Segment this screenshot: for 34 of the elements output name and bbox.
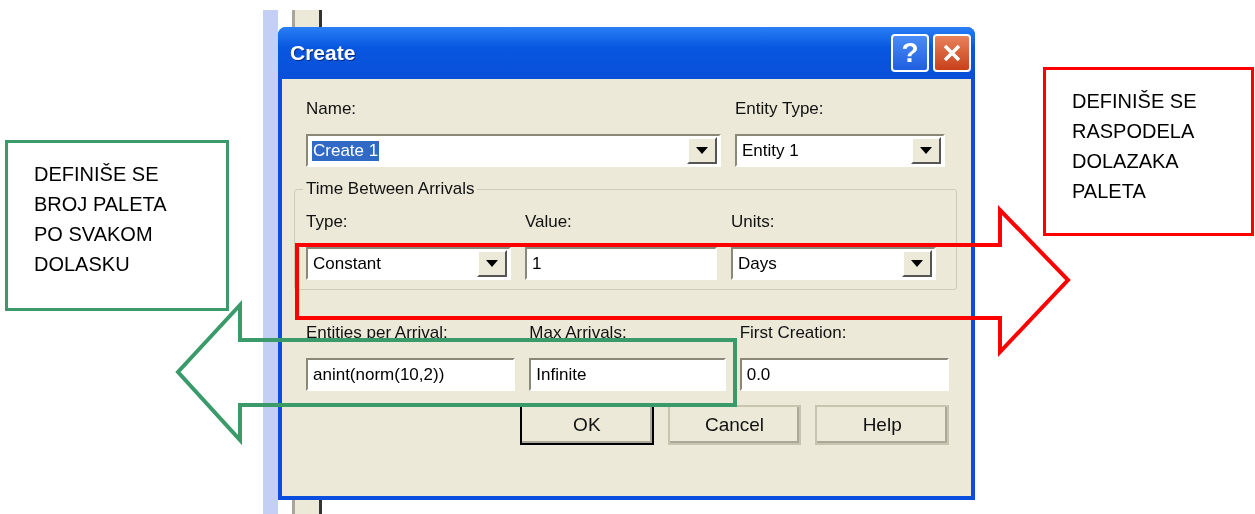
dialog-button[interactable]: Cancel: [667, 405, 802, 445]
dropdown-button[interactable]: [911, 137, 941, 164]
dropdown-field[interactable]: Constant: [306, 247, 511, 280]
dropdown-button[interactable]: [902, 250, 932, 277]
dialog-button[interactable]: OK: [520, 405, 654, 445]
dropdown-button[interactable]: [476, 250, 507, 277]
field-label: First Creation:: [739, 323, 847, 343]
input-field[interactable]: anint(norm(10,2)): [306, 358, 516, 391]
dropdown-field[interactable]: Create 1: [306, 134, 721, 167]
input-field[interactable]: 1: [524, 247, 718, 280]
input-field[interactable]: Infinite: [529, 358, 726, 391]
callout-note: DEFINIŠE SE BROJ PALETA PO SVAKOM DOLASKU: [5, 140, 229, 311]
dropdown-field[interactable]: Entity 1: [735, 134, 945, 167]
callout-note: DEFINIŠE SE RASPODELA DOLAZAKA PALETA: [1043, 67, 1254, 236]
field-label: Max Arrivals:: [529, 323, 627, 343]
window-title: Create: [289, 41, 356, 65]
field-label: Type:: [306, 212, 348, 232]
help-button[interactable]: ?: [891, 34, 929, 72]
scrollbar-track: [292, 10, 322, 30]
dropdown-field[interactable]: Days: [731, 247, 936, 280]
field-label: Entities per Arrival:: [306, 323, 448, 343]
field-label: Units:: [731, 212, 775, 232]
dialog-button[interactable]: Help: [815, 405, 949, 445]
dropdown-arrow-icon: [485, 260, 498, 267]
dropdown-arrow-icon: [696, 147, 708, 154]
dropdown-arrow-icon: [920, 147, 932, 154]
close-button[interactable]: [933, 34, 971, 72]
field-label: Value:: [524, 212, 572, 232]
dropdown-arrow-icon: [911, 260, 923, 267]
close-icon: [942, 43, 962, 63]
field-label: Entity Type:: [735, 99, 824, 119]
dropdown-button[interactable]: [687, 137, 717, 164]
input-field[interactable]: 0.0: [739, 358, 949, 391]
field-label: Name:: [306, 99, 357, 119]
